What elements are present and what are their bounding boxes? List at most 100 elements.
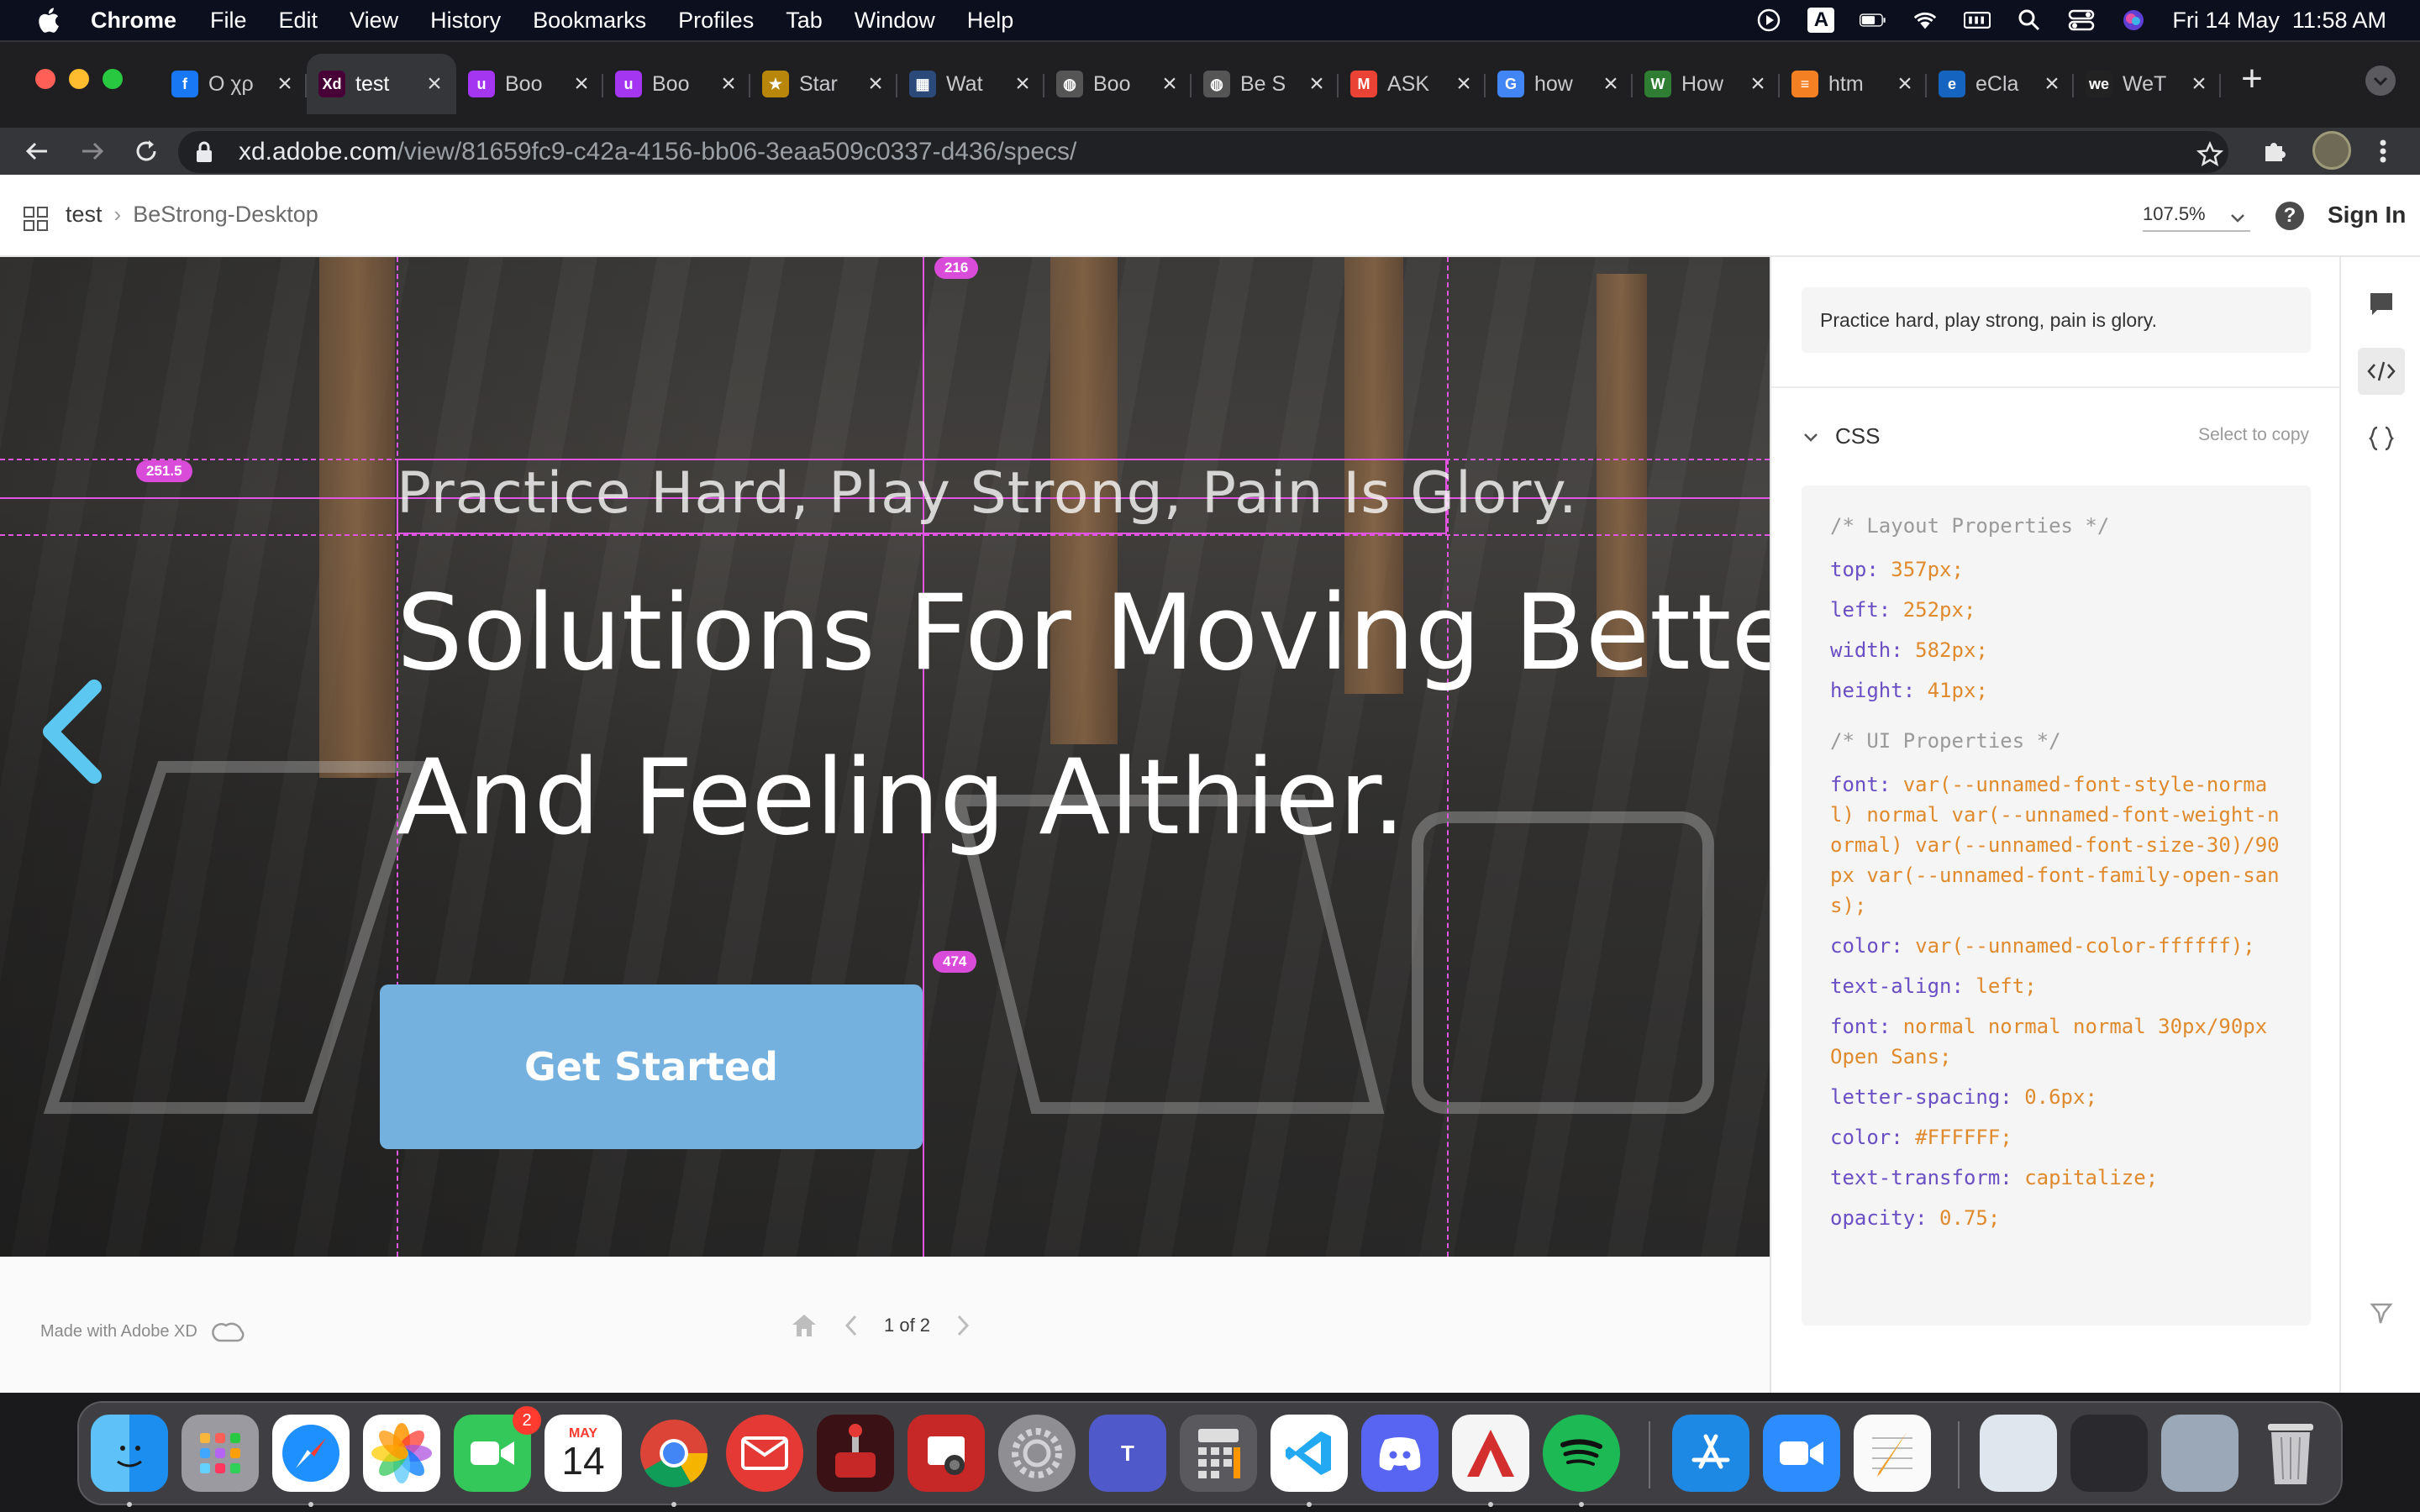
close-tab-icon[interactable]: × (1748, 71, 1768, 97)
close-tab-icon[interactable]: × (1307, 71, 1327, 97)
close-tab-icon[interactable]: × (1454, 71, 1474, 97)
zoom-app-icon[interactable] (1763, 1415, 1840, 1492)
css-declaration[interactable]: text-transform: capitalize; (1830, 1163, 2282, 1193)
tab[interactable]: e eCla × (1927, 54, 2074, 114)
app-store-icon[interactable] (1672, 1415, 1749, 1492)
apple-menu-icon[interactable] (34, 4, 66, 36)
grid-view-icon[interactable] (24, 207, 49, 232)
css-declaration[interactable]: color: var(--unnamed-color-ffffff); (1830, 931, 2282, 961)
close-tab-icon[interactable]: × (2042, 71, 2062, 97)
next-page-icon[interactable] (955, 1314, 971, 1337)
profile-avatar[interactable] (2312, 131, 2351, 170)
new-tab-button[interactable]: + (2235, 60, 2269, 97)
safari-icon[interactable] (272, 1415, 350, 1492)
vscode-icon[interactable] (1270, 1415, 1348, 1492)
textedit-icon[interactable] (1854, 1415, 1931, 1492)
tab[interactable]: ◍ Boo × (1044, 54, 1192, 114)
downloads-stack-icon[interactable] (2070, 1415, 2148, 1492)
tab[interactable]: M ASK × (1339, 54, 1486, 114)
artboard-canvas[interactable]: 216 251.5 474 Practice Hard, Play Strong… (0, 257, 1770, 1257)
code-specs-icon[interactable] (2358, 348, 2405, 395)
siri-icon[interactable] (2120, 8, 2147, 33)
tab[interactable]: u Boo × (603, 54, 750, 114)
css-declaration[interactable]: top: 357px; (1830, 554, 2282, 585)
braces-icon[interactable] (2358, 415, 2405, 462)
tab[interactable]: ★ Star × (750, 54, 897, 114)
close-window-button[interactable] (35, 69, 55, 89)
feedback-flag-icon[interactable] (2358, 1290, 2405, 1337)
menu-view[interactable]: View (350, 8, 398, 34)
finder-icon[interactable] (91, 1415, 168, 1492)
css-declaration[interactable]: color: #FFFFFF; (1830, 1122, 2282, 1152)
discord-icon[interactable] (1361, 1415, 1439, 1492)
menu-profiles[interactable]: Profiles (678, 8, 754, 34)
hero-headline[interactable]: Solutions For Moving Better And Feeling … (397, 551, 1770, 880)
zoom-window-button[interactable] (103, 69, 123, 89)
input-source-icon[interactable]: A (1807, 8, 1835, 33)
close-tab-icon[interactable]: × (424, 71, 445, 97)
memory-icon[interactable] (1964, 8, 1991, 33)
breadcrumb-project[interactable]: test (66, 202, 103, 228)
tab[interactable]: f O χρ × (160, 54, 307, 114)
close-tab-icon[interactable]: × (1160, 71, 1180, 97)
css-declaration[interactable]: font: normal normal normal 30px/90px Ope… (1830, 1011, 2282, 1072)
back-button[interactable] (20, 134, 54, 168)
css-declaration[interactable]: height: 41px; (1830, 675, 2282, 706)
tab[interactable]: ◍ Be S × (1192, 54, 1339, 114)
hero-subtitle[interactable]: Practice Hard, Play Strong, Pain Is Glor… (397, 460, 1578, 527)
close-tab-icon[interactable]: × (1013, 71, 1033, 97)
close-tab-icon[interactable]: × (275, 71, 295, 97)
css-declaration[interactable]: left: 252px; (1830, 595, 2282, 625)
carousel-prev-arrow-icon[interactable] (34, 677, 109, 786)
lock-icon[interactable] (195, 141, 213, 163)
close-tab-icon[interactable]: × (1601, 71, 1621, 97)
css-declaration[interactable]: letter-spacing: 0.6px; (1830, 1082, 2282, 1112)
made-with-xd[interactable]: Made with Adobe XD (40, 1319, 246, 1344)
menu-tab[interactable]: Tab (786, 8, 823, 34)
get-started-button[interactable]: Get Started (380, 984, 923, 1149)
chrome-menu-icon[interactable] (2366, 134, 2400, 168)
control-center-icon[interactable] (2068, 8, 2095, 33)
wifi-icon[interactable] (1912, 8, 1939, 33)
css-declaration[interactable]: text-align: left; (1830, 971, 2282, 1001)
recent-document-thumbnail[interactable] (1980, 1415, 2057, 1492)
reload-button[interactable] (129, 134, 163, 168)
tab[interactable]: Ghow × (1486, 54, 1633, 114)
menu-window[interactable]: Window (855, 8, 935, 34)
play-status-icon[interactable] (1755, 8, 1782, 33)
previous-page-icon[interactable] (844, 1314, 859, 1337)
css-code-block[interactable]: /* Layout Properties */ top: 357px; left:… (1802, 486, 2311, 1326)
menu-file[interactable]: File (210, 8, 247, 34)
close-tab-icon[interactable]: × (865, 71, 886, 97)
css-declaration[interactable]: width: 582px; (1830, 635, 2282, 665)
minimize-window-button[interactable] (69, 69, 89, 89)
spotify-icon[interactable] (1543, 1415, 1620, 1492)
menu-help[interactable]: Help (967, 8, 1014, 34)
menu-bookmarks[interactable]: Bookmarks (533, 8, 646, 34)
tab[interactable]: W How × (1633, 54, 1780, 114)
close-tab-icon[interactable]: × (2189, 71, 2209, 97)
sign-in-button[interactable]: Sign In (2328, 202, 2406, 228)
css-declaration[interactable]: font: var(--unnamed-font-style-normal) n… (1830, 769, 2282, 921)
css-section-toggle[interactable]: CSS (1802, 423, 1880, 449)
chrome-icon[interactable] (635, 1415, 713, 1492)
tab-active[interactable]: Xd test × (307, 54, 456, 114)
launchpad-icon[interactable] (182, 1415, 259, 1492)
photo-booth-icon[interactable] (908, 1415, 985, 1492)
close-tab-icon[interactable]: × (571, 71, 592, 97)
menubar-clock[interactable]: Fri 14 May 11:58 AM (2172, 8, 2386, 34)
calendar-icon[interactable]: MAY 14 (544, 1415, 622, 1492)
trash-icon[interactable] (2252, 1415, 2329, 1492)
menu-app-name[interactable]: Chrome (91, 8, 176, 34)
mail-app-icon[interactable] (726, 1415, 803, 1492)
bookmark-star-icon[interactable] (2193, 138, 2227, 171)
close-tab-icon[interactable]: × (718, 71, 739, 97)
tab[interactable]: ≡ htm × (1780, 54, 1927, 114)
extensions-icon[interactable] (2257, 134, 2291, 168)
game-controller-icon[interactable] (817, 1415, 894, 1492)
breadcrumb-artboard[interactable]: BeStrong-Desktop (133, 202, 318, 228)
tab[interactable]: u Boo × (456, 54, 603, 114)
comment-icon[interactable] (2358, 281, 2405, 328)
adobe-acrobat-icon[interactable] (1452, 1415, 1529, 1492)
address-bar[interactable]: xd.adobe.com/view/81659fc9-c42a-4156-bb0… (178, 131, 2228, 173)
